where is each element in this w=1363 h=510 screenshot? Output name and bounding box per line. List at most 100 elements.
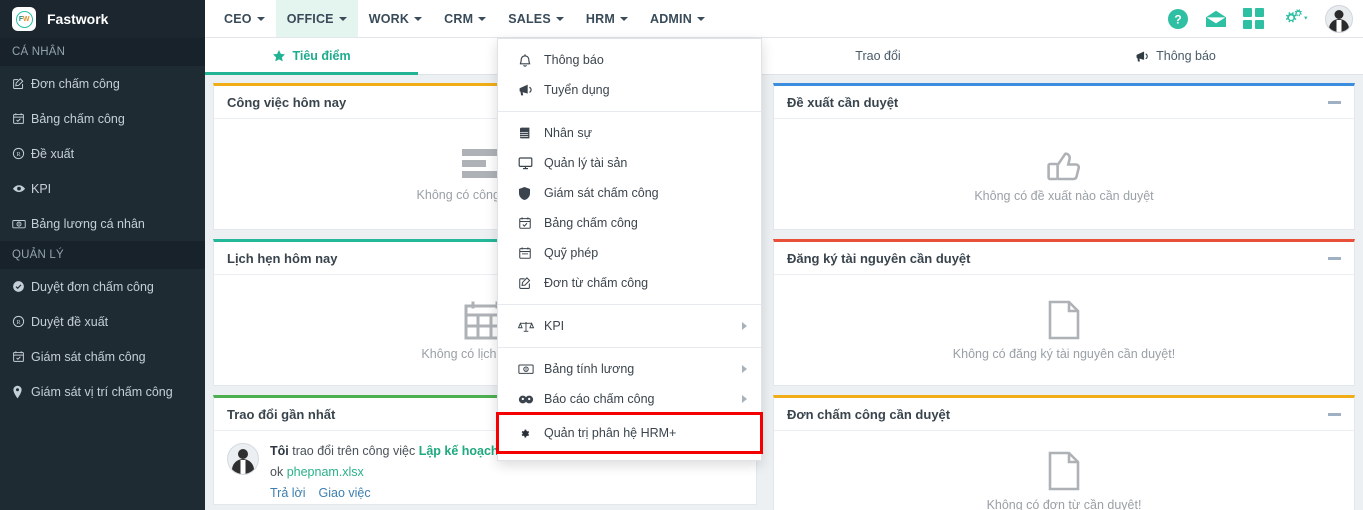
sidebar-item-de-xuat[interactable]: R Đề xuất xyxy=(0,136,205,171)
menu-label: SALES xyxy=(508,12,551,26)
menu-item-don-tu-cham-cong[interactable]: Đơn từ chấm công xyxy=(498,268,761,298)
card-title: Đăng ký tài nguyên cần duyệt xyxy=(787,251,971,266)
reply-link[interactable]: Trả lời xyxy=(270,486,306,500)
menu-item-nhan-su[interactable]: Nhân sự xyxy=(498,118,761,148)
menu-label: WORK xyxy=(369,12,409,26)
calendar-icon xyxy=(518,246,544,260)
menu-item-label: Quản trị phân hệ HRM+ xyxy=(544,426,676,440)
conversation-actions: Trả lời Giao việc xyxy=(270,483,528,504)
help-circle-icon[interactable]: ? xyxy=(1167,8,1189,30)
chevron-down-icon xyxy=(414,17,422,21)
menu-label: OFFICE xyxy=(287,12,334,26)
scale-balance-icon xyxy=(518,320,544,333)
top-header: CEO OFFICE WORK CRM SALES HRM xyxy=(205,0,1363,38)
menu-ceo[interactable]: CEO xyxy=(213,0,276,37)
sidebar-item-giam-sat-vi-tri-cham-cong[interactable]: Giám sát vị trí chấm công xyxy=(0,374,205,409)
edit-square-icon xyxy=(12,77,31,90)
app-root: FW Fastwork CÁ NHÂN Đơn chấm công xyxy=(0,0,1363,510)
card-header: Đơn chấm công cần duyệt xyxy=(774,398,1354,431)
collapse-icon[interactable] xyxy=(1328,413,1341,416)
gear-icon xyxy=(518,426,544,441)
sidebar-section-personal: CÁ NHÂN xyxy=(0,38,205,66)
sidebar-item-label: Duyệt đơn chấm công xyxy=(31,280,154,294)
fastwork-logo-icon: FW xyxy=(12,7,36,31)
menu-item-giam-sat-cham-cong[interactable]: Giám sát chấm công xyxy=(498,178,761,208)
conversation-message: ok xyxy=(270,465,287,479)
card-body: Không có đơn từ cần duyệt! xyxy=(774,431,1354,510)
menu-admin[interactable]: ADMIN xyxy=(639,0,716,37)
conversation-line-1: Tôi trao đổi trên công việc Lập kế hoạch… xyxy=(270,441,528,462)
card-dang-ky-tai-nguyen-can-duyet: Đăng ký tài nguyên cần duyệt Không có đă… xyxy=(773,239,1355,386)
card-header: Đăng ký tài nguyên cần duyệt xyxy=(774,242,1354,275)
tab-label: Trao đổi xyxy=(855,49,900,63)
menu-item-label: Nhân sự xyxy=(544,126,592,140)
sidebar-item-don-cham-cong[interactable]: Đơn chấm công xyxy=(0,66,205,101)
menu-item-thong-bao[interactable]: Thông báo xyxy=(498,45,761,75)
megaphone-icon xyxy=(1135,50,1150,63)
menu-item-label: Tuyển dụng xyxy=(544,83,610,97)
main-menubar: CEO OFFICE WORK CRM SALES HRM xyxy=(205,0,716,37)
chevron-right-icon xyxy=(742,395,747,403)
sidebar-item-giam-sat-cham-cong[interactable]: Giám sát chấm công xyxy=(0,339,205,374)
calendar-check-icon xyxy=(12,112,31,125)
menu-crm[interactable]: CRM xyxy=(433,0,497,37)
svg-text:?: ? xyxy=(1174,12,1181,26)
collapse-icon[interactable] xyxy=(1328,101,1341,104)
menu-item-bao-cao-cham-cong[interactable]: Báo cáo chấm công xyxy=(498,384,761,414)
sidebar-item-bang-luong-ca-nhan[interactable]: Bảng lương cá nhân xyxy=(0,206,205,241)
conversation-author: Tôi xyxy=(270,444,289,458)
sidebar-item-label: Giám sát vị trí chấm công xyxy=(31,385,173,399)
svg-text:R: R xyxy=(16,152,21,158)
main-content: Tiêu điểm Trao đổi Thông báo xyxy=(205,38,1363,510)
tab-tieu-diem[interactable]: Tiêu điểm xyxy=(205,38,418,74)
megaphone-icon xyxy=(518,83,544,97)
sidebar: FW Fastwork CÁ NHÂN Đơn chấm công xyxy=(0,0,205,510)
right-column: Đề xuất cần duyệt Không có đề xuất nào c… xyxy=(765,83,1363,510)
menu-work[interactable]: WORK xyxy=(358,0,433,37)
menu-item-bang-cham-cong[interactable]: Bảng chấm công xyxy=(498,208,761,238)
menu-item-quy-phep[interactable]: Quỹ phép xyxy=(498,238,761,268)
check-circle-icon xyxy=(12,280,31,293)
menu-item-kpi[interactable]: KPI xyxy=(498,311,761,341)
tab-label: Thông báo xyxy=(1156,49,1216,63)
sidebar-item-duyet-de-xuat[interactable]: R Duyệt đề xuất xyxy=(0,304,205,339)
chevron-down-icon xyxy=(556,17,564,21)
thumbs-up-icon xyxy=(1046,146,1082,185)
collapse-icon[interactable] xyxy=(1328,257,1341,260)
sidebar-item-kpi[interactable]: KPI xyxy=(0,171,205,206)
hrm-dropdown-menu: Thông báo Tuyển dụng xyxy=(497,38,762,461)
menu-sales[interactable]: SALES xyxy=(497,0,575,37)
conversation-attachment-link[interactable]: phepnam.xlsx xyxy=(287,465,364,479)
avatar xyxy=(227,443,259,475)
sidebar-item-duyet-don-cham-cong[interactable]: Duyệt đơn chấm công xyxy=(0,269,205,304)
menu-item-bang-tinh-luong[interactable]: Bảng tính lương xyxy=(498,354,761,384)
sidebar-item-bang-cham-cong[interactable]: Bảng chấm công xyxy=(0,101,205,136)
menu-hrm[interactable]: HRM xyxy=(575,0,639,37)
tab-trao-doi[interactable]: Trao đổi xyxy=(768,38,988,74)
user-avatar-icon[interactable] xyxy=(1325,5,1353,33)
grid-apps-icon[interactable] xyxy=(1243,8,1264,29)
assign-task-link[interactable]: Giao việc xyxy=(319,486,371,500)
chevron-right-icon xyxy=(742,322,747,330)
empty-text: Không có đơn từ cần duyệt! xyxy=(987,498,1142,510)
menu-item-quan-tri-phan-he-hrm[interactable]: Quản trị phân hệ HRM+ xyxy=(498,414,761,452)
menu-item-tuyen-dung[interactable]: Tuyển dụng xyxy=(498,75,761,105)
tab-thong-bao[interactable]: Thông báo xyxy=(988,38,1363,74)
card-title: Công việc hôm nay xyxy=(227,95,346,110)
menu-separator xyxy=(498,111,761,112)
bell-icon xyxy=(518,53,544,68)
menu-office[interactable]: OFFICE xyxy=(276,0,358,37)
sidebar-item-label: Đơn chấm công xyxy=(31,77,120,91)
gears-settings-icon[interactable] xyxy=(1280,8,1309,29)
pie-report-icon xyxy=(518,393,544,406)
empty-text: Không có đề xuất nào cần duyệt xyxy=(974,189,1153,203)
menu-item-quan-ly-tai-san[interactable]: Quản lý tài sản xyxy=(498,148,761,178)
registered-r-icon: R xyxy=(12,147,31,160)
card-body: Không có đề xuất nào cần duyệt xyxy=(774,119,1354,229)
sidebar-item-label: Bảng chấm công xyxy=(31,112,125,126)
chevron-right-icon xyxy=(742,365,747,373)
logo-letter-w: W xyxy=(23,16,29,23)
envelope-icon[interactable] xyxy=(1205,10,1227,28)
book-icon xyxy=(518,126,544,140)
brand-logo[interactable]: FW Fastwork xyxy=(0,0,205,38)
